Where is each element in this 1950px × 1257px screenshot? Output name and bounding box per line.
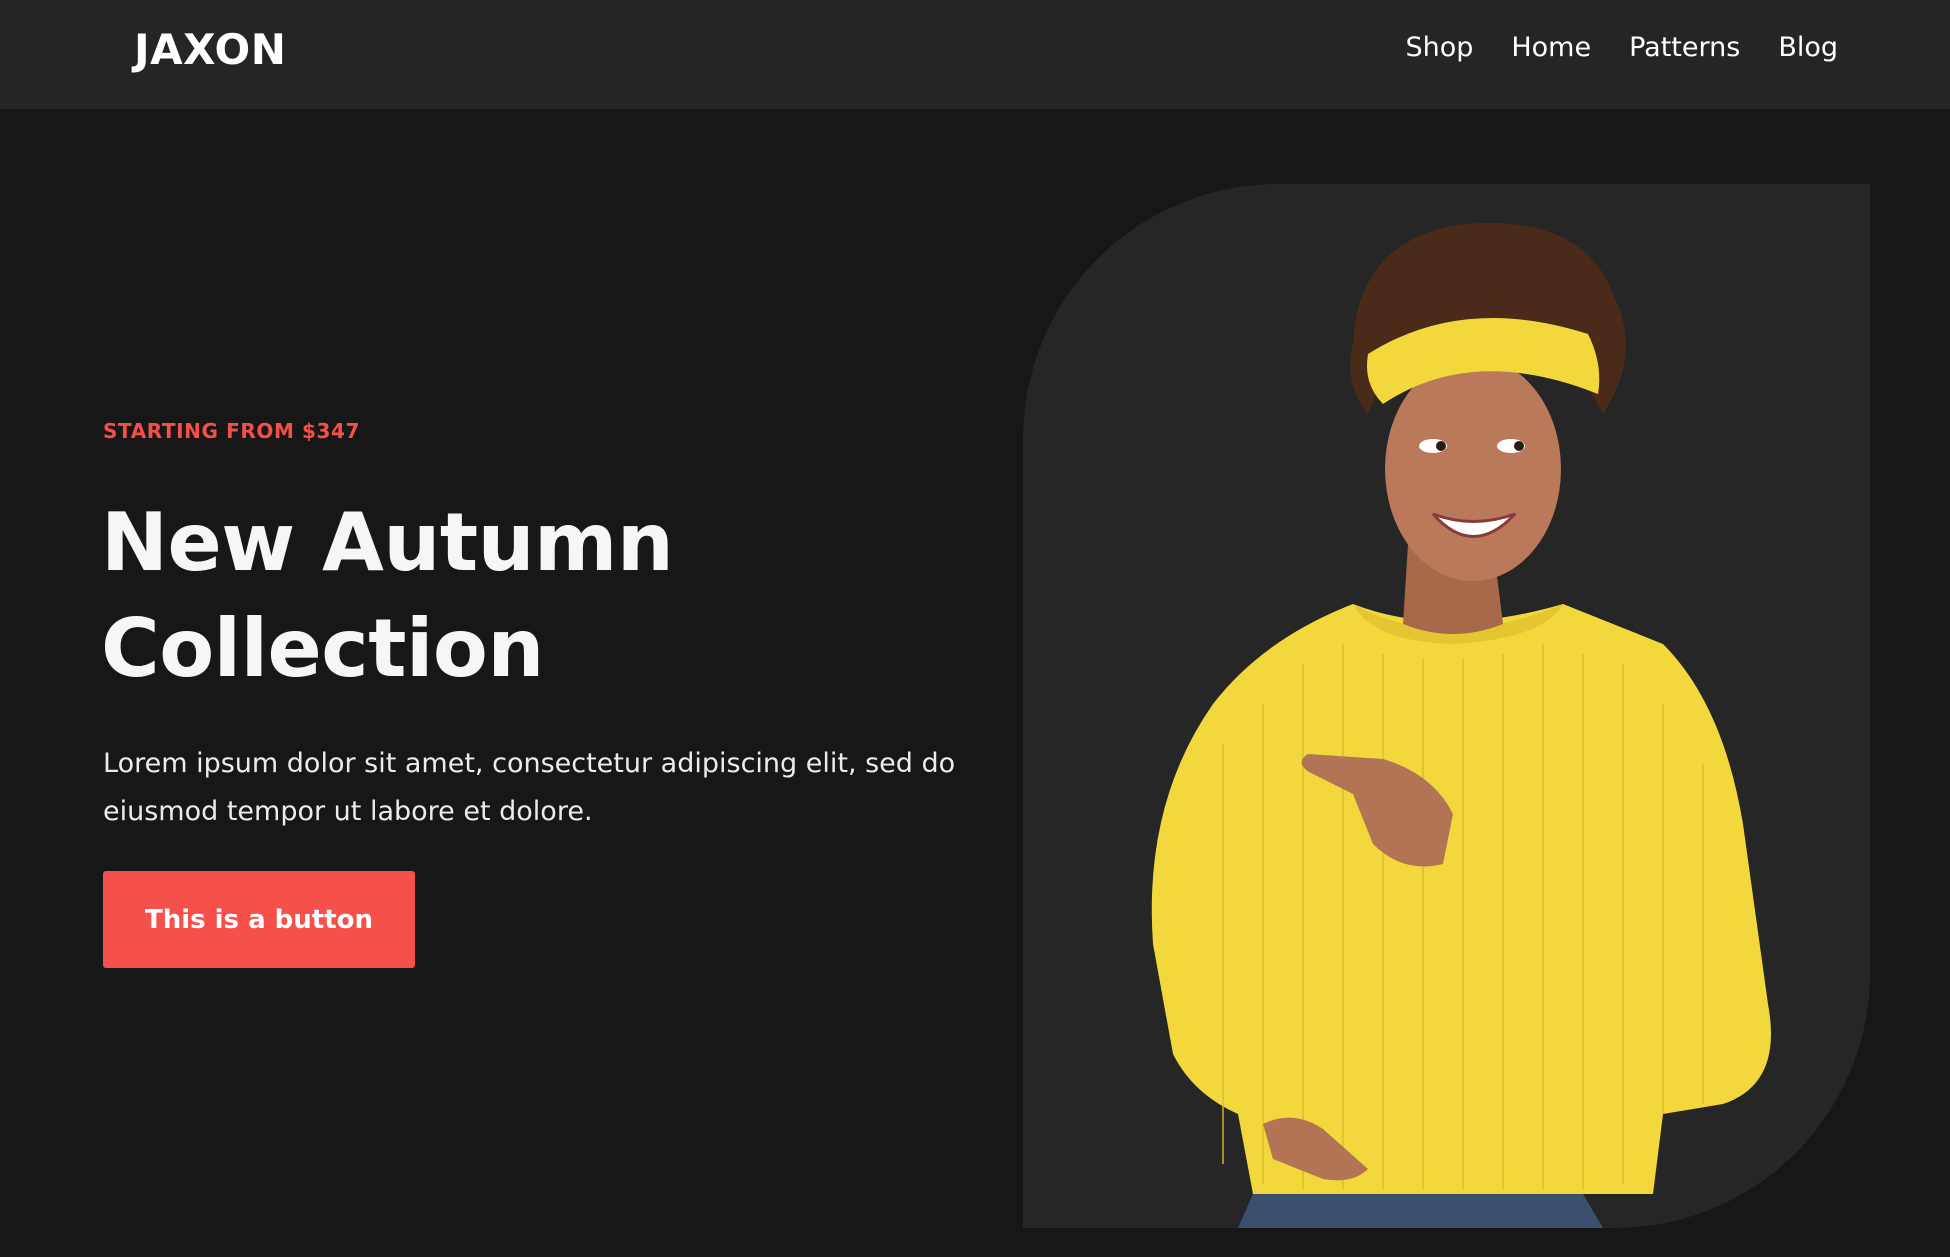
hero-cta-button[interactable]: This is a button [103, 871, 415, 968]
right-pupil [1514, 441, 1524, 451]
hero-description-line-1: Lorem ipsum dolor sit amet, consectetur … [103, 748, 956, 779]
site-logo[interactable]: JAXON [134, 26, 286, 74]
hero-headline: New Autumn Collection [101, 490, 961, 702]
nav-link-home[interactable]: Home [1511, 28, 1591, 68]
jeans-shape [1238, 1194, 1603, 1228]
hero-description-line-2: eiusmod tempor ut labore et dolore. [103, 796, 593, 827]
left-pupil [1436, 441, 1446, 451]
site-header: JAXON Shop Home Patterns Blog [0, 0, 1950, 109]
hero-headline-line-1: New Autumn [101, 496, 674, 589]
nav-link-patterns[interactable]: Patterns [1629, 28, 1740, 68]
hero-headline-line-2: Collection [101, 602, 544, 695]
sweater-shape [1151, 604, 1771, 1194]
hero-eyebrow: STARTING FROM $347 [103, 419, 361, 443]
hero-image-panel [1023, 184, 1870, 1228]
main-nav: Shop Home Patterns Blog [1405, 28, 1838, 68]
page: JAXON Shop Home Patterns Blog STARTING F… [0, 0, 1950, 1257]
nav-link-blog[interactable]: Blog [1778, 28, 1838, 68]
hero-description: Lorem ipsum dolor sit amet, consectetur … [103, 740, 963, 836]
face-shape [1385, 357, 1561, 581]
model-photo [1151, 222, 1771, 1228]
nav-link-shop[interactable]: Shop [1405, 28, 1473, 68]
